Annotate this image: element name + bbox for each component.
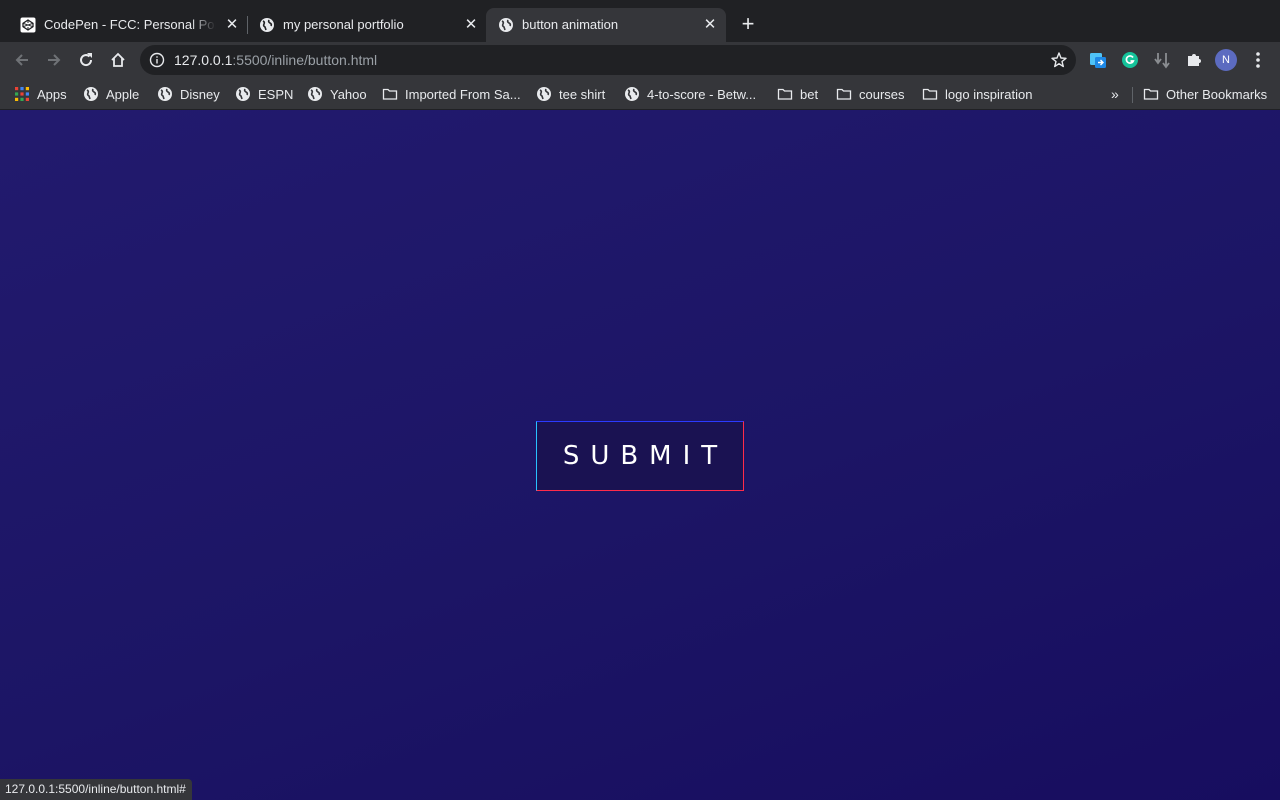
globe-icon xyxy=(235,86,251,102)
info-icon[interactable] xyxy=(149,52,165,68)
translate-extension-icon[interactable] xyxy=(1088,50,1108,70)
bookmarks-bar: Apps Apple Disney ESPN Yahoo Imported Fr… xyxy=(0,78,1280,110)
bookmark-label: Yahoo xyxy=(330,86,367,102)
folder-icon xyxy=(382,86,398,102)
bookmark-apple[interactable]: Apple xyxy=(83,84,139,104)
bookmarks-overflow-icon[interactable]: » xyxy=(1111,86,1119,102)
new-tab-icon[interactable]: + xyxy=(736,13,760,37)
browser-window: CodePen - FCC: Personal Portfolio ✕ my p… xyxy=(0,0,1280,800)
back-icon[interactable] xyxy=(10,48,34,72)
close-icon[interactable]: ✕ xyxy=(702,17,718,33)
menu-kebab-icon[interactable] xyxy=(1250,50,1266,70)
bookmark-logo-inspiration[interactable]: logo inspiration xyxy=(922,84,1032,104)
extensions-puzzle-icon[interactable] xyxy=(1184,50,1204,70)
bookmark-apps[interactable]: Apps xyxy=(14,84,67,104)
tab-portfolio[interactable]: my personal portfolio ✕ xyxy=(247,8,487,42)
url-path: :5500/inline/button.html xyxy=(232,52,378,68)
bookmark-4-to-score[interactable]: 4-to-score - Betw... xyxy=(624,84,756,104)
close-icon[interactable]: ✕ xyxy=(224,17,240,33)
bookmark-label: ESPN xyxy=(258,86,294,102)
url-text: 127.0.0.1:5500/inline/button.html xyxy=(174,52,377,68)
bookmark-label: courses xyxy=(859,86,905,102)
bookmark-label: Disney xyxy=(180,86,220,102)
globe-icon xyxy=(536,86,552,102)
bookmark-label: 4-to-score - Betw... xyxy=(647,86,757,102)
toolbar: 127.0.0.1:5500/inline/button.html N xyxy=(0,42,1280,78)
tab-codepen[interactable]: CodePen - FCC: Personal Portfolio ✕ xyxy=(8,8,248,42)
bookmark-disney[interactable]: Disney xyxy=(157,84,220,104)
reload-icon[interactable] xyxy=(74,48,98,72)
tab-strip: CodePen - FCC: Personal Portfolio ✕ my p… xyxy=(0,0,1280,42)
tab-button-animation[interactable]: button animation ✕ xyxy=(486,8,726,42)
globe-icon xyxy=(83,86,99,102)
page-content: SUBMIT xyxy=(0,110,1280,800)
status-url-bubble: 127.0.0.1:5500/inline/button.html# xyxy=(0,779,192,800)
bookmark-label: tee shirt xyxy=(559,86,606,102)
url-host: 127.0.0.1 xyxy=(174,52,233,68)
globe-icon xyxy=(498,17,514,33)
bookmark-label: Apps xyxy=(37,86,67,102)
forward-icon[interactable] xyxy=(42,48,66,72)
folder-icon xyxy=(836,86,852,102)
bookmark-bet[interactable]: bet xyxy=(777,84,818,104)
submit-button[interactable]: SUBMIT xyxy=(536,421,744,491)
profile-avatar[interactable]: N xyxy=(1215,49,1237,71)
tab-title: my personal portfolio xyxy=(283,17,404,32)
bookmark-imported[interactable]: Imported From Sa... xyxy=(382,84,521,104)
codepen-icon xyxy=(20,17,36,33)
bookmark-espn[interactable]: ESPN xyxy=(235,84,293,104)
bookmark-label: bet xyxy=(800,86,819,102)
bookmark-label: Imported From Sa... xyxy=(405,86,521,102)
bookmark-label: Other Bookmarks xyxy=(1166,86,1268,102)
tab-title: button animation xyxy=(522,17,619,32)
bookmark-star-icon[interactable] xyxy=(1050,51,1068,69)
home-icon[interactable] xyxy=(106,48,130,72)
folder-icon xyxy=(1143,86,1159,102)
bookmark-yahoo[interactable]: Yahoo xyxy=(307,84,367,104)
address-bar[interactable]: 127.0.0.1:5500/inline/button.html xyxy=(140,45,1076,75)
bookmark-label: Apple xyxy=(106,86,140,102)
globe-icon xyxy=(307,86,323,102)
bookmark-other-bookmarks[interactable]: Other Bookmarks xyxy=(1143,84,1267,104)
bookmark-label: logo inspiration xyxy=(945,86,1033,102)
download-extension-icon[interactable] xyxy=(1152,50,1172,70)
globe-icon xyxy=(624,86,640,102)
grammarly-icon[interactable] xyxy=(1120,50,1140,70)
apps-grid-icon xyxy=(14,86,30,102)
bookmarks-divider xyxy=(1132,87,1133,103)
close-icon[interactable]: ✕ xyxy=(463,17,479,33)
folder-icon xyxy=(922,86,938,102)
bookmark-tee-shirt[interactable]: tee shirt xyxy=(536,84,605,104)
tab-title: CodePen - FCC: Personal Portfolio xyxy=(44,17,216,32)
globe-icon xyxy=(157,86,173,102)
globe-icon xyxy=(259,17,275,33)
bookmark-courses[interactable]: courses xyxy=(836,84,905,104)
folder-icon xyxy=(777,86,793,102)
